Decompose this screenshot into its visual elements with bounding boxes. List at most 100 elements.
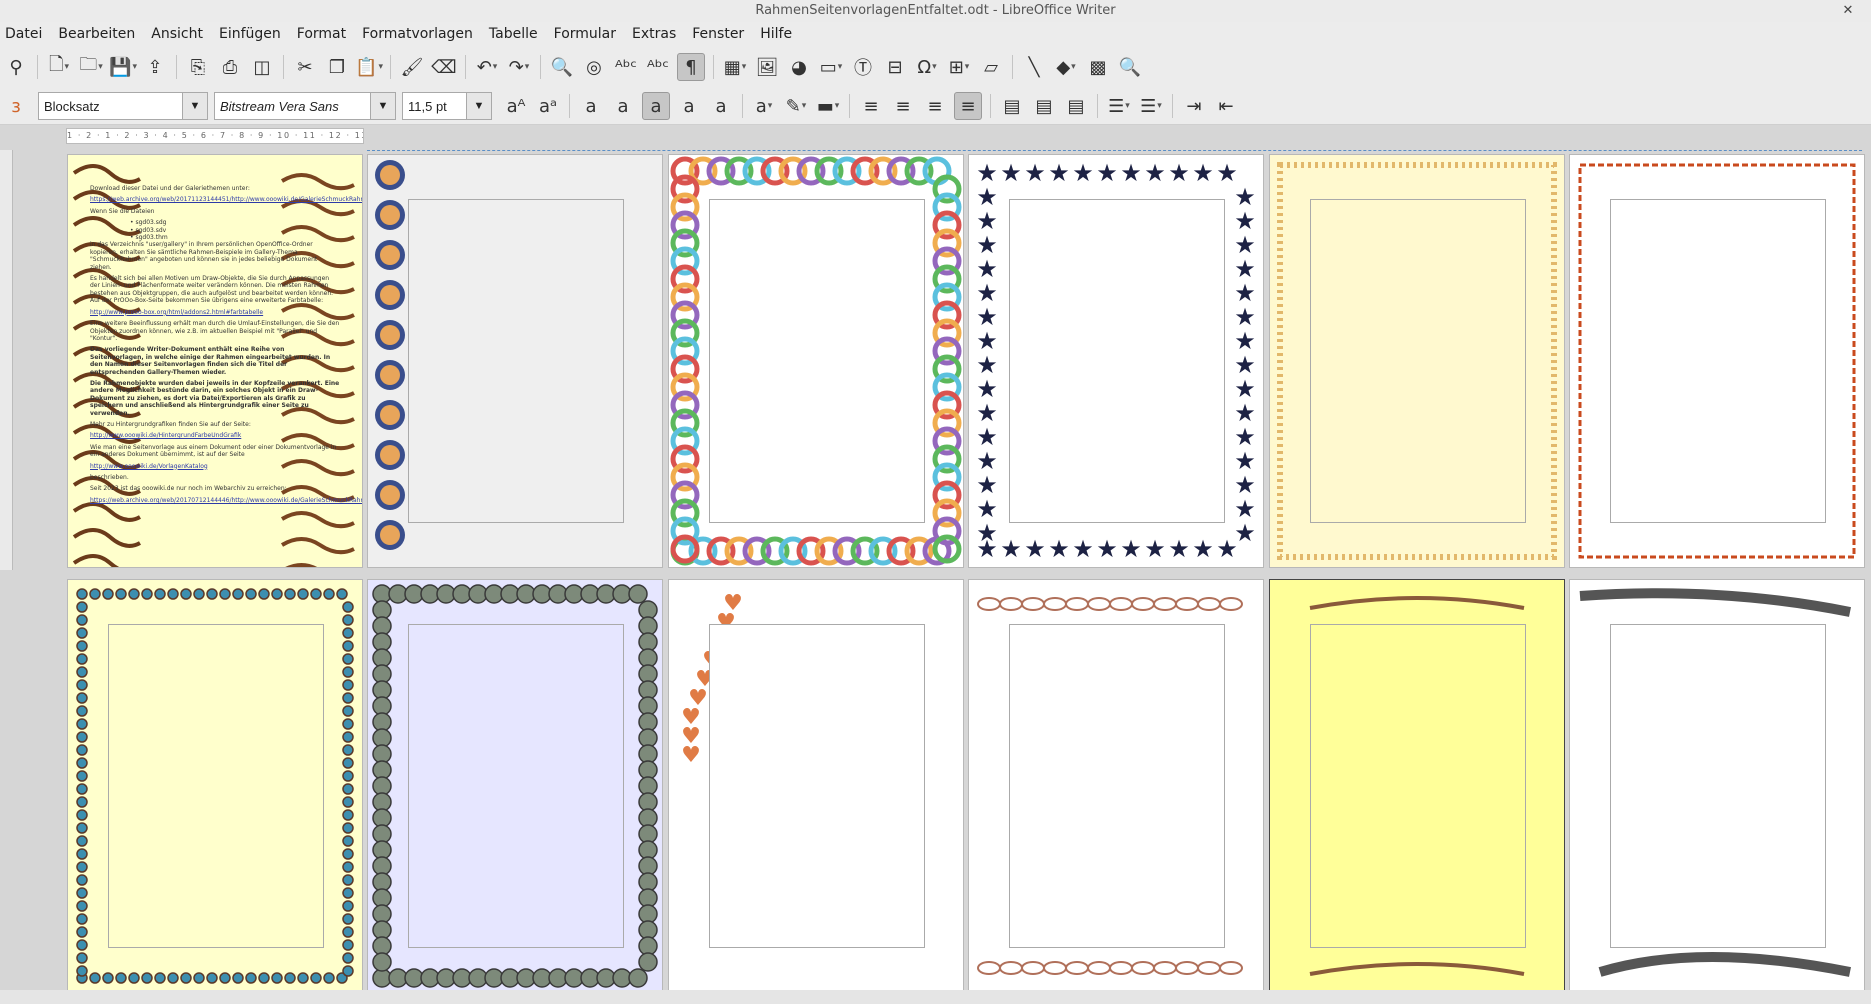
hyperlink[interactable]: http://www.ooowiki.de/HintergrundFarbeUn… [90, 432, 340, 439]
decrease-indent-icon[interactable]: ⇤ [1213, 93, 1239, 119]
page-text-area[interactable] [408, 624, 624, 948]
align-left-icon[interactable]: ≡ [858, 93, 884, 119]
bullets-icon[interactable]: ☰ [1106, 93, 1132, 119]
menu-item[interactable]: Fenster [684, 26, 752, 42]
special-character-icon[interactable]: Ω [914, 54, 940, 80]
hyperlink[interactable]: https://web.archive.org/web/201707121444… [90, 497, 362, 504]
double-underline-icon[interactable]: a [676, 93, 702, 119]
page-thumbnail[interactable] [1569, 154, 1865, 568]
menu-item[interactable]: Extras [624, 26, 684, 42]
clone-formatting-icon[interactable]: 🖌 [399, 54, 425, 80]
insert-table-icon[interactable]: ▦ [722, 54, 748, 80]
zoom-icon[interactable]: 🔍 [1117, 54, 1143, 80]
navigator-icon[interactable]: ◎ [581, 54, 607, 80]
document-text[interactable]: Download dieser Datei und der Galeriethe… [90, 185, 362, 508]
page-thumbnail[interactable] [367, 154, 663, 568]
insert-line-icon[interactable]: ╲ [1021, 54, 1047, 80]
cut-icon[interactable]: ✂ [292, 54, 318, 80]
hyperlink[interactable]: https://web.archive.org/web/201711231444… [90, 196, 362, 203]
writing-direction-1-icon[interactable]: ▤ [999, 93, 1025, 119]
paragraph-style-combo[interactable]: Blocksatz ▼ [38, 92, 208, 120]
strikethrough-icon[interactable]: a [708, 93, 734, 119]
insert-textbox-icon[interactable]: Ⓣ [850, 54, 876, 80]
shrink-font-icon[interactable]: aᵃ [535, 93, 561, 119]
page-text-area[interactable] [1009, 199, 1225, 523]
justify-icon[interactable]: ≡ [954, 92, 982, 120]
basic-shapes-icon[interactable]: ◆ [1053, 54, 1079, 80]
menu-item[interactable]: Bearbeiten [50, 26, 143, 42]
page-text-area[interactable] [1610, 199, 1826, 523]
insert-field-icon[interactable]: ⊞ [946, 54, 972, 80]
page-text-area[interactable] [1310, 199, 1526, 523]
find-replace-icon[interactable]: 🔍 [549, 54, 575, 80]
paste-icon[interactable]: 📋 [355, 54, 382, 80]
menu-item[interactable]: Format [289, 26, 354, 42]
page-text-area[interactable] [1310, 624, 1526, 948]
menu-item[interactable]: Einfügen [211, 26, 289, 42]
page-thumbnail[interactable] [367, 579, 663, 993]
bold-icon[interactable]: a [578, 93, 604, 119]
menu-item[interactable]: Hilfe [752, 26, 800, 42]
writing-direction-2-icon[interactable]: ▤ [1031, 93, 1057, 119]
underline-icon[interactable]: a [642, 92, 670, 120]
menu-item[interactable]: Tabelle [481, 26, 546, 42]
numbering-icon[interactable]: ☰ [1138, 93, 1164, 119]
formatting-marks-icon[interactable]: ¶ [677, 53, 705, 81]
page-text-area[interactable] [709, 199, 925, 523]
page-thumbnail[interactable] [67, 579, 363, 993]
insert-chart-icon[interactable]: ◕ [786, 54, 812, 80]
menu-item[interactable]: Formular [546, 26, 624, 42]
italic-icon[interactable]: a [610, 93, 636, 119]
chevron-down-icon[interactable]: ▼ [182, 93, 207, 119]
page-text-area[interactable] [709, 624, 925, 948]
page-thumbnail[interactable] [668, 154, 964, 568]
close-icon[interactable]: ✕ [1837, 0, 1859, 22]
horizontal-ruler[interactable]: 1 · 2 · 1 · 2 · 3 · 4 · 5 · 6 · 7 · 8 · … [66, 128, 364, 144]
page-text-area[interactable] [1009, 624, 1225, 948]
page-text-area[interactable] [1610, 624, 1826, 948]
page-text-area[interactable] [108, 624, 324, 948]
writing-direction-3-icon[interactable]: ▤ [1063, 93, 1089, 119]
page-thumbnail[interactable] [1269, 579, 1565, 993]
page-thumbnail[interactable] [968, 579, 1264, 993]
page-text-area[interactable] [408, 199, 624, 523]
copy-icon[interactable]: ❐ [324, 54, 350, 80]
new-document-icon[interactable]: 🗋 [46, 54, 72, 80]
font-size-combo[interactable]: 11,5 pt ▼ [402, 92, 492, 120]
character-border-icon[interactable]: ▬ [815, 93, 841, 119]
page-thumbnail[interactable]: Download dieser Datei und der Galeriethe… [67, 154, 363, 568]
export-pdf-icon[interactable]: ⎘ [185, 54, 211, 80]
print-icon[interactable]: ⎙ [217, 54, 243, 80]
print-preview-icon[interactable]: ◫ [249, 54, 275, 80]
clear-formatting-icon[interactable]: ⌫ [431, 54, 457, 80]
align-center-icon[interactable]: ≡ [890, 93, 916, 119]
save-icon[interactable]: 💾 [109, 54, 136, 80]
chevron-down-icon[interactable]: ▼ [466, 93, 491, 119]
page-thumbnail[interactable]: ♥♥♥♥♥♥♥♥♥ [668, 579, 964, 993]
redo-icon[interactable]: ↷ [506, 54, 532, 80]
styles-icon[interactable]: ɜ [3, 93, 29, 119]
highlight-icon[interactable]: ✎ [783, 93, 809, 119]
insert-comment-icon[interactable]: ▱ [978, 54, 1004, 80]
menu-item[interactable]: Formatvorlagen [354, 26, 481, 42]
font-name-combo[interactable]: Bitstream Vera Sans ▼ [214, 92, 396, 120]
insert-frame-icon[interactable]: ▭ [818, 54, 844, 80]
hyperlink[interactable]: http://www.ooowiki.de/VorlagenKatalog [90, 463, 340, 470]
menu-item[interactable]: Datei [0, 26, 50, 42]
export-icon[interactable]: ⇪ [142, 54, 168, 80]
gallery-icon[interactable]: ▩ [1085, 54, 1111, 80]
open-icon[interactable]: 🗀 [78, 54, 104, 80]
binoculars-icon[interactable]: ⚲ [3, 54, 29, 80]
page-thumbnail[interactable] [1269, 154, 1565, 568]
page-thumbnail[interactable]: ★ ★ ★ ★ ★ ★ ★ ★ ★ ★ ★ ★ ★ ★ ★ ★ ★ ★ ★ ★ ★ ★ ★ ★ ★ ★ ★ ★ ★ ★ ★ ★ ★ ★ ★ ★ ★ ★ ★ ★… [968, 154, 1264, 568]
grow-font-icon[interactable]: aᴬ [503, 93, 529, 119]
font-color-icon[interactable]: a [751, 93, 777, 119]
undo-icon[interactable]: ↶ [474, 54, 500, 80]
hyperlink[interactable]: http://www.prooo-box.org/html/addons2.ht… [90, 309, 340, 316]
menu-item[interactable]: Ansicht [143, 26, 211, 42]
autocheck-icon[interactable]: ᴬᵇᶜ [645, 54, 671, 80]
vertical-ruler[interactable] [0, 150, 13, 570]
page-thumbnail[interactable] [1569, 579, 1865, 993]
spelling-icon[interactable]: ᴬᵇᶜ [613, 54, 639, 80]
align-right-icon[interactable]: ≡ [922, 93, 948, 119]
